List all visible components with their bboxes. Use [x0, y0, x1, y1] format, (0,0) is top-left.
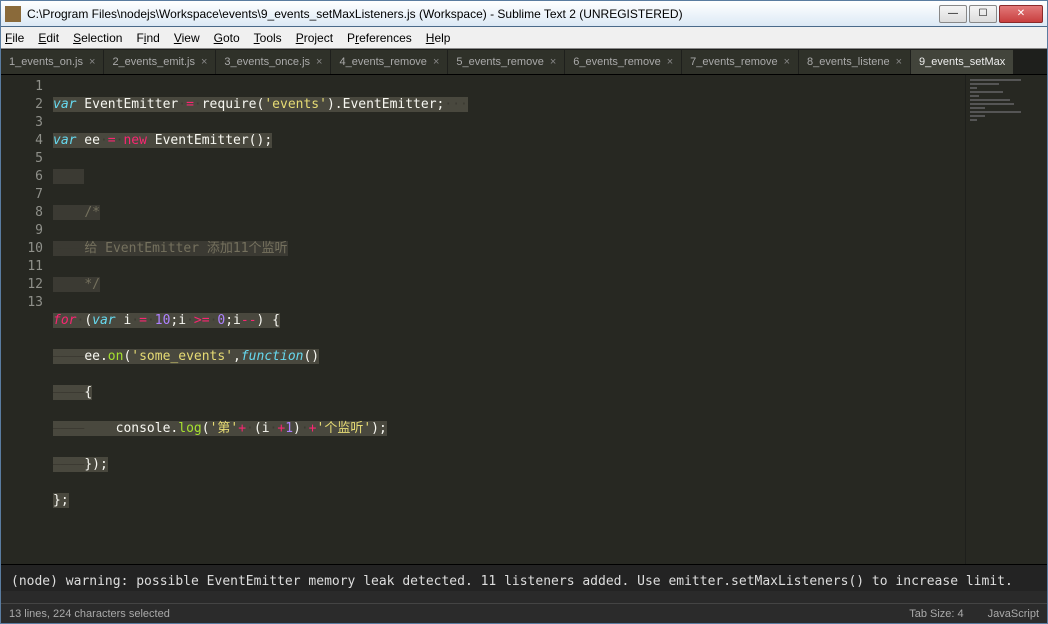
menu-help[interactable]: Help [426, 31, 451, 45]
titlebar[interactable]: C:\Program Files\nodejs\Workspace\events… [1, 1, 1047, 27]
close-icon[interactable]: × [201, 56, 207, 68]
build-output[interactable]: (node) warning: possible EventEmitter me… [1, 564, 1047, 591]
horizontal-scrollbar[interactable] [1, 591, 1047, 603]
tab-8[interactable]: 9_events_setMax [911, 50, 1014, 74]
maximize-button[interactable]: ☐ [969, 5, 997, 23]
menu-file[interactable]: File [5, 31, 24, 45]
close-icon[interactable]: × [89, 56, 95, 68]
tab-0[interactable]: 1_events_on.js× [1, 50, 104, 74]
tab-6[interactable]: 7_events_remove× [682, 50, 799, 74]
close-icon[interactable]: × [896, 56, 902, 68]
editor[interactable]: 12345678910111213 var EventEmitter·=·req… [1, 75, 1047, 564]
titlebar-text: C:\Program Files\nodejs\Workspace\events… [27, 7, 939, 21]
tab-5[interactable]: 6_events_remove× [565, 50, 682, 74]
close-icon[interactable]: × [667, 56, 673, 68]
close-button[interactable]: ✕ [999, 5, 1043, 23]
tab-1[interactable]: 2_events_emit.js× [104, 50, 216, 74]
menu-goto[interactable]: Goto [214, 31, 240, 45]
statusbar: 13 lines, 224 characters selected Tab Si… [1, 603, 1047, 623]
menu-edit[interactable]: Edit [38, 31, 59, 45]
menu-selection[interactable]: Selection [73, 31, 122, 45]
app-window: C:\Program Files\nodejs\Workspace\events… [0, 0, 1048, 624]
menu-preferences[interactable]: Preferences [347, 31, 412, 45]
menubar: File Edit Selection Find View Goto Tools… [1, 27, 1047, 49]
close-icon[interactable]: × [433, 56, 439, 68]
tabbar: 1_events_on.js× 2_events_emit.js× 3_even… [1, 49, 1047, 75]
output-line: (node) warning: possible EventEmitter me… [11, 573, 1037, 591]
minimize-button[interactable]: — [939, 5, 967, 23]
status-tab-size[interactable]: Tab Size: 4 [909, 608, 963, 620]
menu-tools[interactable]: Tools [254, 31, 282, 45]
close-icon[interactable]: × [550, 56, 556, 68]
app-icon [5, 6, 21, 22]
minimap[interactable] [965, 75, 1047, 564]
tab-4[interactable]: 5_events_remove× [448, 50, 565, 74]
close-icon[interactable]: × [784, 56, 790, 68]
close-icon[interactable]: × [316, 56, 322, 68]
tab-7[interactable]: 8_events_listene× [799, 50, 911, 74]
menu-view[interactable]: View [174, 31, 200, 45]
status-syntax[interactable]: JavaScript [988, 608, 1039, 620]
menu-find[interactable]: Find [136, 31, 159, 45]
tab-2[interactable]: 3_events_once.js× [216, 50, 331, 74]
status-selection: 13 lines, 224 characters selected [9, 608, 170, 620]
code-area[interactable]: var EventEmitter·=·require('events').Eve… [53, 75, 965, 564]
window-controls: — ☐ ✕ [939, 5, 1043, 23]
menu-project[interactable]: Project [296, 31, 333, 45]
line-gutter: 12345678910111213 [1, 75, 53, 564]
tab-3[interactable]: 4_events_remove× [331, 50, 448, 74]
